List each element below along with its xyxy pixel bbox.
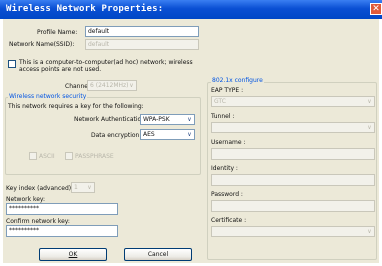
chevron-down-icon: ∨ <box>187 131 192 138</box>
username-label: Username : <box>211 139 246 146</box>
dot1x-group-title: 802.1x configure <box>211 77 264 84</box>
tunnel-label: Tunnel : <box>211 113 235 120</box>
chevron-down-icon: ∨ <box>367 98 372 105</box>
window-title: Wireless Network Properties: <box>6 4 164 14</box>
ascii-label: ASCII <box>39 153 55 160</box>
ssid-input[interactable]: default <box>85 39 199 50</box>
chevron-down-icon: ∨ <box>87 184 92 191</box>
cancel-button[interactable]: Cancel <box>124 248 192 261</box>
encryption-value: AES <box>143 131 155 138</box>
key-index-label: Key index (advanced): <box>6 185 74 192</box>
confirm-key-label: Confirm network key: <box>6 218 70 225</box>
channel-select[interactable]: 6 (2412MHz) ∨ <box>87 80 137 91</box>
cancel-button-label: Cancel <box>147 251 169 258</box>
encryption-select[interactable]: AES ∨ <box>140 129 195 140</box>
auth-label: Network Authentication: <box>74 116 148 123</box>
close-icon: ✕ <box>372 4 380 14</box>
adhoc-checkbox[interactable] <box>8 60 16 68</box>
password-input[interactable] <box>211 200 375 212</box>
ssid-label: Network Name(SSID): <box>9 41 75 48</box>
encryption-label: Data encryption: <box>91 132 142 139</box>
ascii-checkbox[interactable] <box>29 152 37 160</box>
chevron-down-icon: ∨ <box>129 82 134 89</box>
eap-type-value: GTC <box>214 98 226 105</box>
close-button[interactable]: ✕ <box>370 3 382 15</box>
title-bar: Wireless Network Properties: ✕ <box>0 0 382 19</box>
eap-type-label: EAP TYPE : <box>211 87 244 94</box>
passphrase-label: PASSPHRASE <box>75 153 114 160</box>
security-group-title: Wireless network security <box>8 93 88 100</box>
tunnel-select[interactable]: ∨ <box>211 122 375 133</box>
key-index-value: 1 <box>74 184 78 191</box>
chevron-down-icon: ∨ <box>367 228 372 235</box>
auth-value: WPA-PSK <box>143 116 170 123</box>
network-key-label: Network key: <box>6 196 46 203</box>
network-key-input[interactable]: ********** <box>6 203 118 215</box>
profile-name-label: Profile Name: <box>37 29 78 36</box>
eap-type-select[interactable]: GTC ∨ <box>211 96 375 107</box>
profile-name-input[interactable]: default <box>85 26 199 37</box>
requires-key-text: This network requires a key for the foll… <box>8 103 144 110</box>
certificate-select[interactable]: ∨ <box>211 226 375 237</box>
key-index-select[interactable]: 1 ∨ <box>71 182 95 193</box>
adhoc-text-line2: access points are not used. <box>19 66 102 73</box>
chevron-down-icon: ∨ <box>367 124 372 131</box>
chevron-down-icon: ∨ <box>187 116 192 123</box>
confirm-key-input[interactable]: ********** <box>6 225 118 237</box>
identity-input[interactable] <box>211 174 375 186</box>
ok-button-label: OK <box>68 251 78 258</box>
identity-label: Identity : <box>211 165 238 172</box>
channel-value: 6 (2412MHz) <box>90 82 129 89</box>
password-label: Password : <box>211 191 243 198</box>
passphrase-checkbox[interactable] <box>65 152 73 160</box>
username-input[interactable] <box>211 148 375 160</box>
ok-button[interactable]: OK <box>39 248 107 261</box>
dialog-body: Profile Name: default Network Name(SSID)… <box>3 19 379 263</box>
adhoc-text-line1: This is a computer-to-computer(ad hoc) n… <box>19 59 193 66</box>
auth-select[interactable]: WPA-PSK ∨ <box>140 114 195 125</box>
certificate-label: Certificate : <box>211 217 247 224</box>
